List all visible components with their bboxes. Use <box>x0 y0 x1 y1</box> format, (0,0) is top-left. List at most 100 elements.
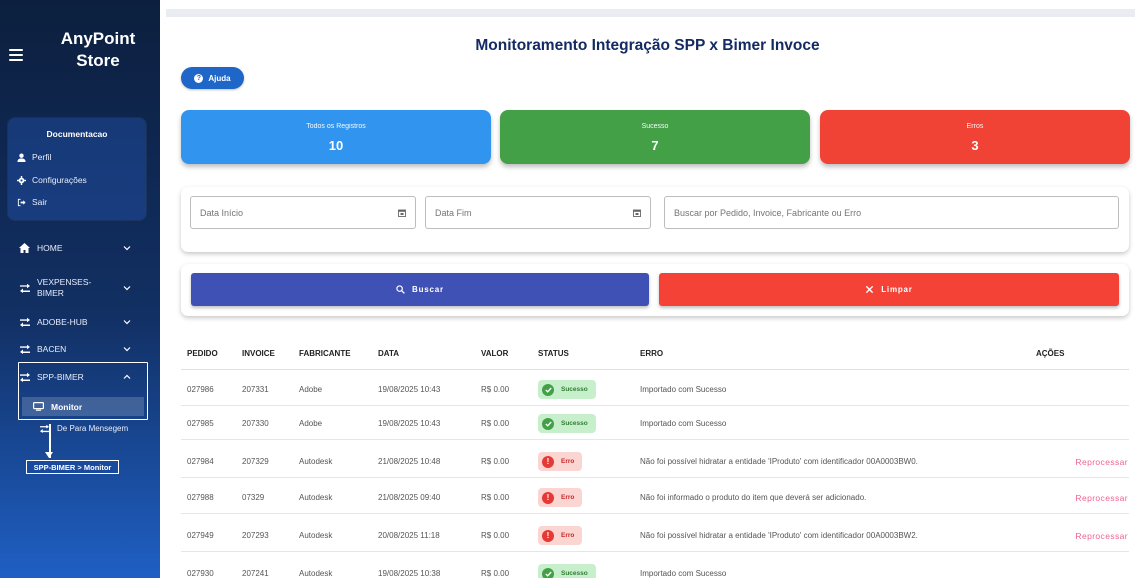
table-header-divider <box>181 369 1129 370</box>
cell-invoice: 207241 <box>242 569 269 578</box>
home-icon <box>19 242 30 253</box>
stat-value: 3 <box>971 138 979 153</box>
check-circle-icon <box>542 383 554 396</box>
status-label: Sucesso <box>561 420 588 427</box>
column-header-pedido[interactable]: PEDIDO <box>187 349 218 358</box>
chevron-down-icon <box>123 319 131 324</box>
start-date-placeholder: Data Início <box>200 207 244 218</box>
cell-pedido: 027986 <box>187 385 214 394</box>
page-title: Monitoramento Integração SPP x Bimer Inv… <box>475 37 820 54</box>
cell-pedido: 027949 <box>187 531 214 540</box>
cell-data: 21/08/2025 10:48 <box>378 457 441 466</box>
cell-valor: R$ 0.00 <box>481 419 510 428</box>
profile-link[interactable]: Perfil <box>17 150 51 164</box>
table-row[interactable]: 027984 207329 Autodesk 21/08/2025 10:48 … <box>181 445 1129 478</box>
table-row[interactable]: 027986 207331 Adobe 19/08/2025 10:43 R$ … <box>181 373 1129 406</box>
sidebar-item-adobe-hub[interactable]: ADOBE-HUB <box>19 316 131 327</box>
cell-valor: R$ 0.00 <box>481 457 510 466</box>
column-header-acoes[interactable]: AÇÕES <box>1036 349 1064 358</box>
table-row[interactable]: 027949 207293 Autodesk 20/08/2025 11:18 … <box>181 519 1129 552</box>
cell-pedido: 027984 <box>187 457 214 466</box>
filter-card: Data Início Data Fim Buscar por Pedido, … <box>181 187 1129 252</box>
gear-icon <box>17 175 26 185</box>
reprocess-button[interactable]: Reprocessar <box>1075 531 1128 541</box>
end-date-placeholder: Data Fim <box>435 207 472 218</box>
swap-icon <box>19 283 30 294</box>
app-window: AnyPoint Store Documentacao Perfil Confi… <box>0 0 1135 578</box>
search-input[interactable]: Buscar por Pedido, Invoice, Fabricante o… <box>664 196 1119 229</box>
calendar-icon[interactable] <box>398 209 406 217</box>
action-card: Buscar Limpar <box>181 264 1129 316</box>
cell-valor: R$ 0.00 <box>481 569 510 578</box>
cell-fabricante: Autodesk <box>299 531 333 540</box>
chevron-up-icon <box>123 374 131 379</box>
user-name: Documentacao <box>46 129 108 139</box>
column-header-data[interactable]: DATA <box>378 349 399 358</box>
error-icon: ! <box>542 491 554 504</box>
sidebar-item-label: BACEN <box>37 343 67 354</box>
stat-card-success[interactable]: Sucesso 7 <box>500 110 810 164</box>
cell-valor: R$ 0.00 <box>481 385 510 394</box>
top-bar <box>166 9 1135 17</box>
stat-label: Sucesso <box>641 123 669 130</box>
main-content: Monitoramento Integração SPP x Bimer Inv… <box>160 0 1135 578</box>
reprocess-button[interactable]: Reprocessar <box>1075 457 1128 467</box>
sidebar-item-spp-bimer[interactable]: SPP-BIMER <box>19 371 131 382</box>
cell-fabricante: Adobe <box>299 419 323 428</box>
cell-fabricante: Adobe <box>299 385 323 394</box>
swap-icon <box>19 343 30 354</box>
close-icon <box>866 285 874 294</box>
cell-valor: R$ 0.00 <box>481 493 510 502</box>
error-icon: ! <box>542 455 554 468</box>
calendar-icon[interactable] <box>633 209 641 217</box>
help-label: Ajuda <box>208 73 231 83</box>
stat-value: 7 <box>651 138 659 153</box>
sidebar-subitem-de-para[interactable]: De Para Mensegem <box>40 424 128 433</box>
cell-pedido: 027930 <box>187 569 214 578</box>
search-button[interactable]: Buscar <box>191 273 649 306</box>
user-card: Documentacao Perfil Configurações Sair <box>8 118 146 220</box>
sidebar: AnyPoint Store Documentacao Perfil Confi… <box>0 0 160 578</box>
table-row[interactable]: 027988 07329 Autodesk 21/08/2025 09:40 R… <box>181 481 1129 514</box>
swap-icon <box>19 316 30 327</box>
status-badge: ! Erro <box>538 488 583 507</box>
sidebar-item-vexpenses-bimer[interactable]: VEXPENSES- BIMER <box>19 277 131 299</box>
column-header-invoice[interactable]: INVOICE <box>242 349 275 358</box>
cell-data: 21/08/2025 09:40 <box>378 493 441 502</box>
status-label: Erro <box>561 494 575 501</box>
column-header-erro[interactable]: ERRO <box>640 349 663 358</box>
settings-link[interactable]: Configurações <box>17 173 87 187</box>
question-icon: ? <box>194 73 204 83</box>
search-button-label: Buscar <box>412 285 444 294</box>
cell-invoice: 207293 <box>242 531 269 540</box>
sidebar-item-label-2: BIMER <box>37 288 64 298</box>
stat-card-all[interactable]: Todos os Registros 10 <box>181 110 491 164</box>
clear-button[interactable]: Limpar <box>659 273 1119 306</box>
cell-valor: R$ 0.00 <box>481 531 510 540</box>
status-badge: Sucesso <box>538 414 596 433</box>
stat-card-errors[interactable]: Erros 3 <box>820 110 1130 164</box>
status-label: Sucesso <box>561 386 588 393</box>
table-row[interactable]: 027930 207241 Autodesk 19/08/2025 10:38 … <box>181 557 1129 578</box>
end-date-field[interactable]: Data Fim <box>425 196 651 229</box>
sidebar-item-label: ADOBE-HUB <box>37 316 88 327</box>
cell-erro: Não foi possível hidratar a entidade 'IP… <box>640 531 918 540</box>
start-date-field[interactable]: Data Início <box>190 196 416 229</box>
cell-data: 19/08/2025 10:43 <box>378 385 441 394</box>
logout-link[interactable]: Sair <box>17 195 47 209</box>
menu-icon[interactable] <box>9 49 23 61</box>
column-header-valor[interactable]: VALOR <box>481 349 508 358</box>
sidebar-item-home[interactable]: HOME <box>19 242 131 253</box>
cell-data: 19/08/2025 10:43 <box>378 419 441 428</box>
table-row[interactable]: 027985 207330 Adobe 19/08/2025 10:43 R$ … <box>181 407 1129 440</box>
column-header-fabricante[interactable]: FABRICANTE <box>299 349 351 358</box>
search-placeholder: Buscar por Pedido, Invoice, Fabricante o… <box>674 207 862 218</box>
help-button[interactable]: ? Ajuda <box>181 67 244 89</box>
swap-icon <box>40 424 49 433</box>
cell-invoice: 07329 <box>242 493 265 502</box>
sidebar-item-bacen[interactable]: BACEN <box>19 343 131 354</box>
sidebar-subitem-monitor[interactable]: Monitor <box>22 397 144 416</box>
column-header-status[interactable]: STATUS <box>538 349 569 358</box>
stat-label: Erros <box>966 123 984 130</box>
reprocess-button[interactable]: Reprocessar <box>1075 493 1128 503</box>
